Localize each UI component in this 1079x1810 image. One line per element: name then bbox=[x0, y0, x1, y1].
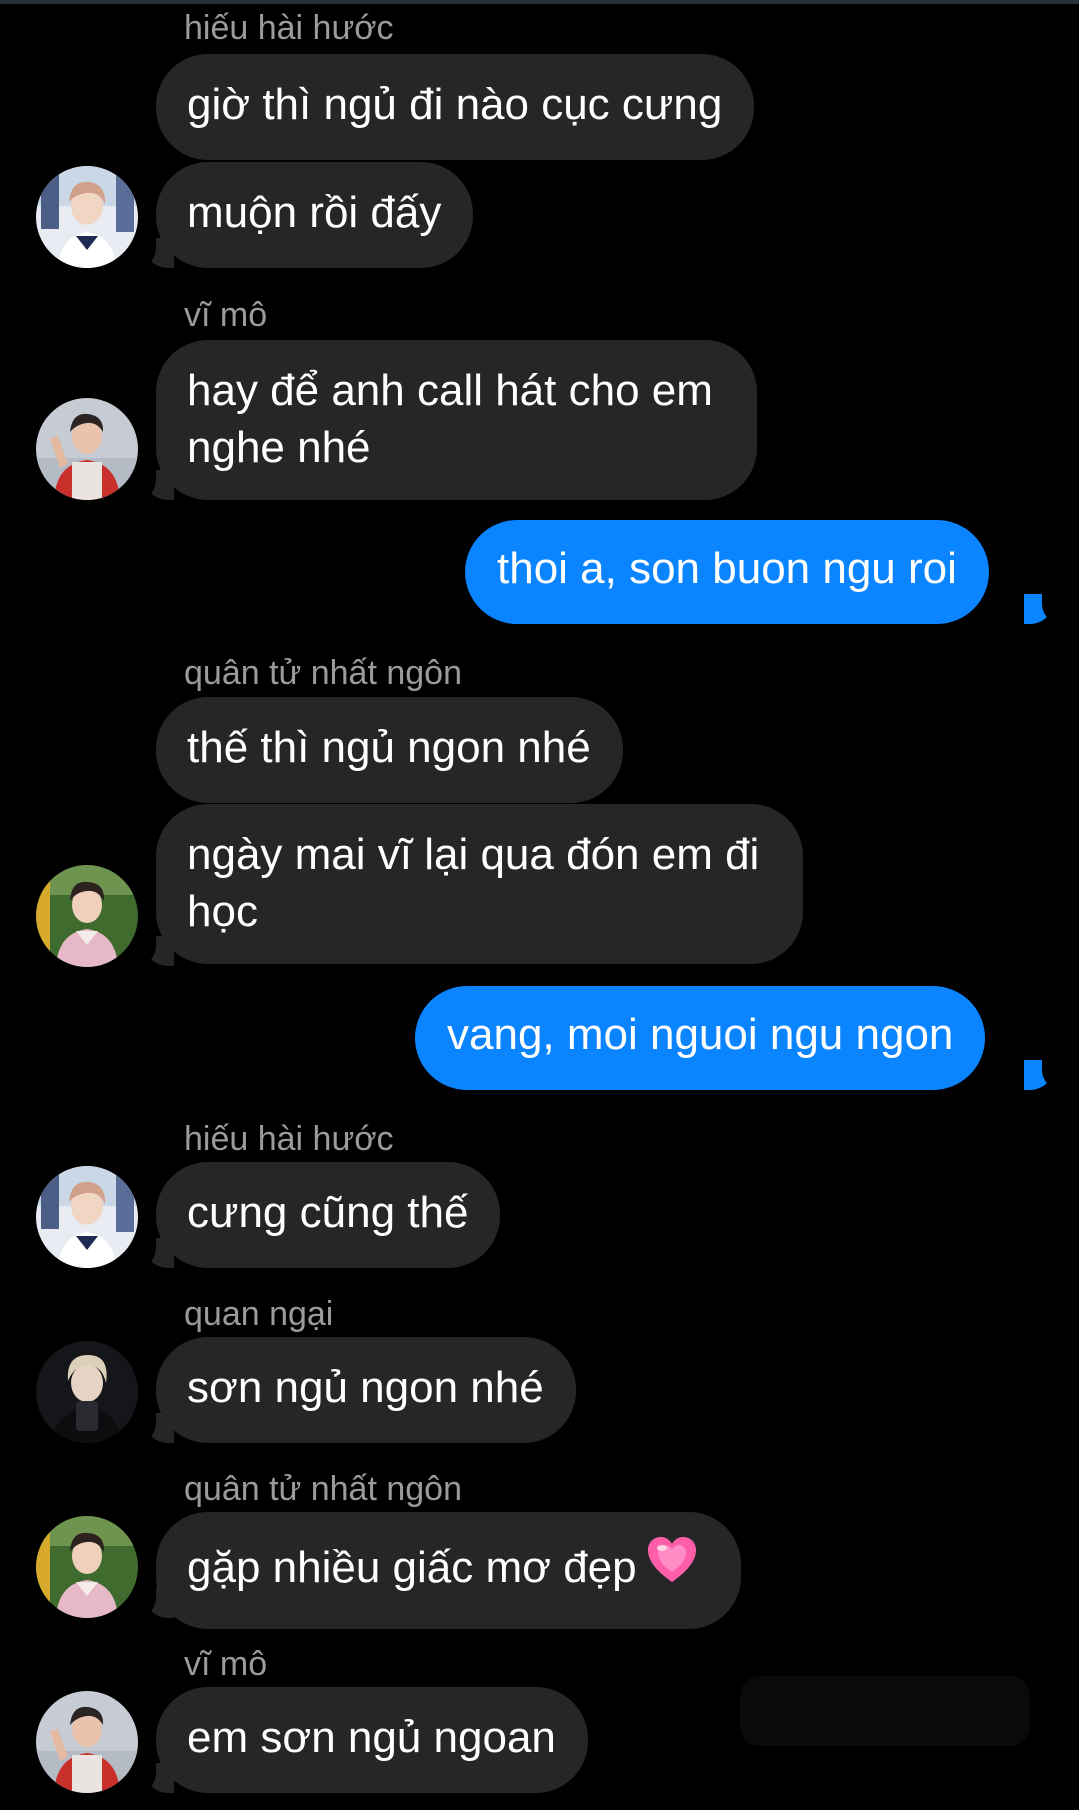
bubble-tail bbox=[130, 470, 174, 500]
avatar-image bbox=[36, 1691, 138, 1793]
avatar-quan-ngai[interactable] bbox=[36, 1341, 138, 1443]
message-bubble-incoming[interactable]: muộn rồi đấy bbox=[156, 162, 474, 268]
message-text: gặp nhiều giấc mơ đẹp bbox=[187, 1543, 637, 1592]
message-bubble-incoming[interactable]: cưng cũng thế bbox=[156, 1162, 501, 1268]
bubble-tail bbox=[130, 1763, 174, 1793]
avatar-vi-mo[interactable] bbox=[36, 398, 138, 500]
sender-name: vĩ mô bbox=[184, 1645, 268, 1683]
sender-name: quân tử nhất ngôn bbox=[184, 1470, 462, 1508]
bubble-tail bbox=[1024, 1060, 1070, 1090]
sender-name: hiếu hài hước bbox=[184, 1120, 394, 1158]
bubble-tail bbox=[1024, 594, 1070, 624]
avatar-quan-tu-nhat-ngon[interactable] bbox=[36, 1516, 138, 1618]
message-bubble-outgoing[interactable]: vang, moi nguoi ngu ngon bbox=[415, 986, 986, 1090]
sender-name: quan ngại bbox=[184, 1295, 334, 1333]
message-line: học bbox=[187, 887, 258, 936]
avatar-hieu-hai-huoc[interactable] bbox=[36, 166, 138, 268]
message-bubble-incoming[interactable]: sơn ngủ ngon nhé bbox=[156, 1337, 576, 1443]
sender-name: quân tử nhất ngôn bbox=[184, 654, 462, 692]
avatar-vi-mo[interactable] bbox=[36, 1691, 138, 1793]
message-line: hay để anh call hát cho em bbox=[187, 366, 713, 415]
avatar-image bbox=[36, 1341, 138, 1443]
message-bubble-incoming[interactable]: hay để anh call hát cho em nghe nhé bbox=[156, 340, 757, 500]
growing-heart-icon bbox=[645, 1534, 699, 1603]
message-bubble-incoming[interactable]: ngày mai vĩ lại qua đón em đi học bbox=[156, 804, 804, 964]
avatar-image bbox=[36, 398, 138, 500]
bubble-tail bbox=[130, 1238, 174, 1268]
top-divider bbox=[0, 0, 1079, 4]
blurred-watermark bbox=[740, 1676, 1030, 1746]
avatar-image bbox=[36, 1516, 138, 1618]
bubble-tail bbox=[130, 1588, 174, 1618]
message-line: ngày mai vĩ lại qua đón em đi bbox=[187, 830, 760, 879]
bubble-tail bbox=[130, 936, 174, 966]
sender-name: vĩ mô bbox=[184, 296, 268, 334]
message-bubble-outgoing[interactable]: thoi a, son buon ngu roi bbox=[465, 520, 989, 624]
bubble-tail bbox=[130, 238, 174, 268]
avatar-quan-tu-nhat-ngon[interactable] bbox=[36, 865, 138, 967]
bubble-tail bbox=[130, 1413, 174, 1443]
message-line: nghe nhé bbox=[187, 423, 371, 472]
avatar-hieu-hai-huoc[interactable] bbox=[36, 1166, 138, 1268]
avatar-image bbox=[36, 166, 138, 268]
message-bubble-incoming[interactable]: gặp nhiều giấc mơ đẹp bbox=[156, 1512, 741, 1629]
message-bubble-incoming[interactable]: giờ thì ngủ đi nào cục cưng bbox=[156, 54, 755, 160]
avatar-image bbox=[36, 865, 138, 967]
message-bubble-incoming[interactable]: thế thì ngủ ngon nhé bbox=[156, 697, 623, 803]
sender-name: hiếu hài hước bbox=[184, 9, 394, 47]
avatar-image bbox=[36, 1166, 138, 1268]
message-bubble-incoming[interactable]: em sơn ngủ ngoan bbox=[156, 1687, 588, 1793]
